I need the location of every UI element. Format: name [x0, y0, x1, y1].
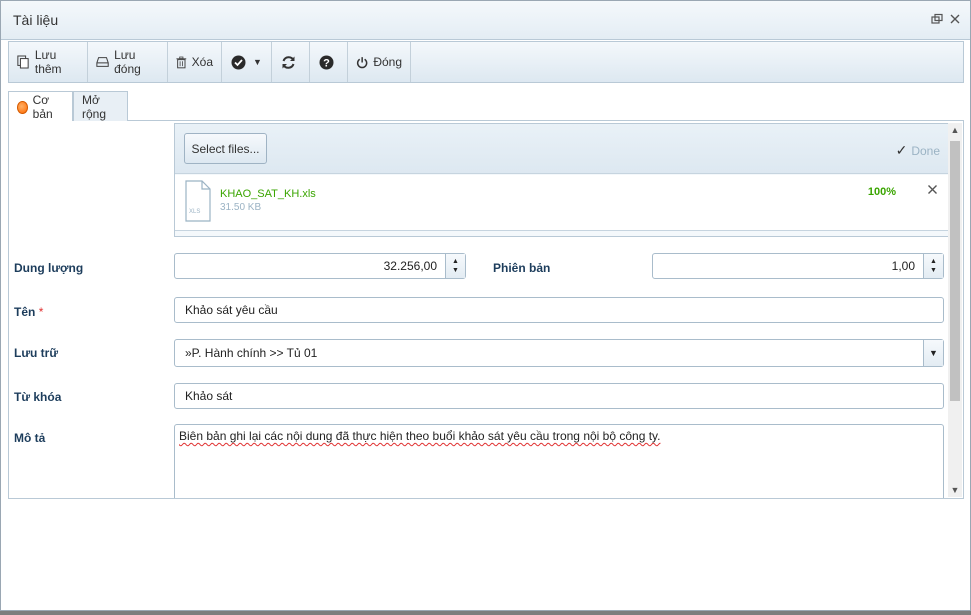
refresh-icon — [282, 55, 294, 69]
required-mark: * — [38, 305, 44, 319]
tab-strip: Cơ bản Mở rộng — [8, 89, 964, 122]
file-xls-icon — [185, 180, 211, 222]
active-tab-indicator-icon — [17, 100, 28, 114]
remove-file-icon[interactable] — [927, 182, 938, 198]
power-icon — [356, 56, 368, 68]
window-title: Tài liệu — [13, 12, 59, 28]
close-icon[interactable] — [948, 13, 962, 27]
scroll-thumb[interactable] — [950, 141, 960, 401]
version-field[interactable]: 1,00 ▲ ▼ — [652, 253, 944, 279]
storage-value: »P. Hành chính >> Tủ 01 — [185, 346, 318, 360]
upload-done-status: ✓ Done — [896, 142, 940, 159]
file-name: KHAO_SAT_KH.xls — [220, 188, 316, 200]
upload-progress: 100% — [867, 186, 896, 198]
check-circle-icon — [231, 55, 246, 69]
name-input[interactable]: Khảo sát yêu cầu — [174, 297, 944, 323]
refresh-button[interactable] — [272, 42, 310, 82]
capacity-value: 32.256,00 — [383, 259, 437, 273]
arrow-up-icon: ▲ — [930, 258, 937, 265]
save-close-label: Lưu đóng — [114, 48, 141, 76]
done-label: Done — [911, 143, 940, 158]
capacity-field[interactable]: 32.256,00 ▲ ▼ — [174, 253, 466, 279]
arrow-up-icon: ▲ — [452, 258, 459, 265]
copy-icon — [17, 55, 29, 69]
keywords-input[interactable]: Khảo sát — [174, 383, 944, 409]
caret-down-icon: ▼ — [253, 57, 262, 67]
name-label: Tên * — [14, 305, 43, 319]
restore-icon[interactable] — [930, 13, 944, 27]
storage-label: Lưu trữ — [14, 346, 59, 360]
upload-header: Select files... ✓ Done — [175, 124, 948, 174]
help-icon: ? — [319, 55, 333, 69]
uploaded-file-item: XLS KHAO_SAT_KH.xls 31.50 KB 100% — [175, 175, 948, 231]
drive-icon — [96, 57, 109, 67]
tab-extended[interactable]: Mở rộng — [73, 91, 128, 121]
scroll-up-icon[interactable]: ▲ — [948, 123, 962, 137]
file-size: 31.50 KB — [220, 202, 262, 213]
name-label-text: Tên — [14, 305, 36, 319]
delete-label: Xóa — [191, 55, 213, 69]
tab-extended-label: Mở rộng — [82, 92, 107, 121]
scroll-down-icon[interactable]: ▼ — [948, 483, 962, 497]
approve-dropdown-button[interactable]: ▼ — [222, 42, 272, 82]
checkmark-icon: ✓ — [895, 142, 908, 158]
description-label: Mô tả — [14, 431, 46, 445]
tab-basic-label: Cơ bản — [32, 93, 53, 121]
arrow-down-icon: ▼ — [452, 267, 459, 274]
capacity-spinner[interactable]: ▲ ▼ — [445, 254, 465, 278]
close-button[interactable]: Đóng — [348, 42, 411, 82]
save-more-label: Lưu thêm — [34, 48, 62, 76]
toolbar: Lưu thêm Lưu đóng Xóa ▼ ? Đóng — [8, 41, 964, 83]
chevron-down-icon[interactable]: ▼ — [923, 340, 943, 366]
select-files-button[interactable]: Select files... — [184, 133, 267, 164]
close-label: Đóng — [373, 55, 402, 69]
vertical-scrollbar[interactable]: ▲ ▼ — [948, 123, 962, 497]
keywords-label: Từ khóa — [14, 390, 62, 404]
form-panel: Select files... ✓ Done XLS KHAO_SAT_KH.x… — [8, 121, 964, 499]
capacity-label: Dung lượng — [14, 261, 84, 275]
file-type-label: XLS — [189, 209, 201, 215]
save-close-button[interactable]: Lưu đóng — [88, 42, 168, 82]
version-spinner[interactable]: ▲ ▼ — [923, 254, 943, 278]
title-bar: Tài liệu — [1, 1, 970, 40]
help-button[interactable]: ? — [310, 42, 348, 82]
keywords-value: Khảo sát — [185, 389, 233, 403]
description-textarea[interactable]: Biên bản ghi lại các nội dung đã thực hi… — [174, 424, 944, 498]
description-value: Biên bản ghi lại các nội dung đã thực hi… — [179, 429, 661, 443]
document-window: Tài liệu Lưu thêm Lưu đóng Xóa ▼ ? Đóng … — [0, 0, 971, 611]
arrow-down-icon: ▼ — [930, 267, 937, 274]
trash-icon — [176, 56, 187, 68]
tab-basic[interactable]: Cơ bản — [8, 91, 73, 122]
file-upload: Select files... ✓ Done XLS KHAO_SAT_KH.x… — [174, 123, 949, 237]
version-value: 1,00 — [891, 259, 915, 273]
svg-text:?: ? — [323, 57, 330, 69]
version-label: Phiên bản — [493, 261, 551, 275]
delete-button[interactable]: Xóa — [168, 42, 222, 82]
name-value: Khảo sát yêu cầu — [185, 303, 278, 317]
save-more-button[interactable]: Lưu thêm — [9, 42, 88, 82]
storage-select[interactable]: »P. Hành chính >> Tủ 01 ▼ — [174, 339, 944, 367]
